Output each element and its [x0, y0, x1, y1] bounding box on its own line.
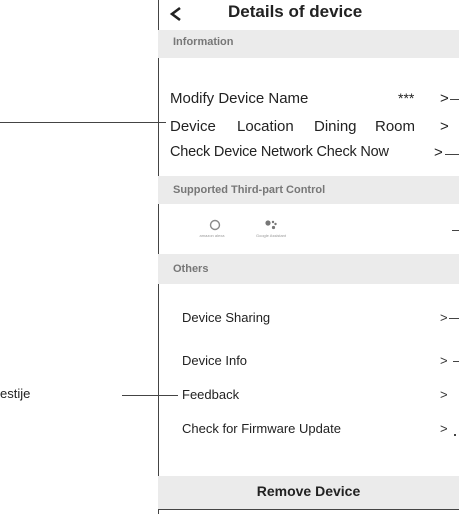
section-header-others: Others [158, 254, 459, 284]
feedback-label[interactable]: Feedback [182, 387, 239, 402]
callout-network [445, 154, 459, 155]
network-check-chevron[interactable]: > [434, 144, 443, 161]
callout-sharing [449, 318, 459, 319]
location-word-room: Room [375, 118, 416, 135]
firmware-update-chevron[interactable]: > [440, 421, 448, 436]
section-header-information: Information [158, 30, 459, 58]
feedback-chevron[interactable]: > [440, 387, 448, 402]
device-info-label[interactable]: Device Info [182, 353, 247, 368]
callout-firmware [454, 434, 456, 436]
device-sharing-label[interactable]: Device Sharing [182, 310, 270, 325]
modify-name-value: *** [398, 90, 415, 106]
alexa-label: amazon alexa [199, 233, 225, 238]
annotation-line-location [0, 122, 166, 123]
section-label: Information [173, 36, 234, 48]
section-label: Supported Third-part Control [173, 184, 326, 196]
amazon-alexa-icon[interactable]: amazon alexa [200, 219, 230, 245]
modify-name-label[interactable]: Modify Device Name [170, 90, 308, 107]
firmware-update-label[interactable]: Check for Firmware Update [182, 421, 341, 436]
device-details-screen: Details of device Information Modify Dev… [158, 0, 459, 514]
device-sharing-chevron[interactable]: > [440, 310, 448, 325]
google-assistant-icon[interactable]: Google Assistant [251, 219, 291, 245]
location-word-location: Location [237, 118, 294, 135]
location-chevron: > [440, 118, 449, 135]
page-title: Details of device [228, 2, 363, 21]
callout-third-party [452, 230, 459, 231]
annotation-feedback-label: estije [0, 386, 31, 401]
section-label: Others [173, 263, 209, 275]
section-header-third-party: Supported Third-part Control [158, 176, 459, 204]
device-info-chevron[interactable]: > [440, 353, 448, 368]
callout-info [453, 361, 459, 362]
location-row[interactable]: Device Location Dining Room > [170, 118, 453, 138]
location-label: Device [170, 118, 216, 135]
back-chevron-icon[interactable] [168, 4, 184, 24]
remove-device-label: Remove Device [256, 483, 361, 499]
modify-name-chevron[interactable]: > [440, 90, 449, 107]
remove-device-button[interactable]: Remove Device [158, 476, 459, 509]
callout-modify-name [450, 99, 459, 100]
network-check-label[interactable]: Check Device Network Check Now [170, 144, 389, 160]
location-word-dining: Dining [314, 118, 357, 135]
google-label: Google Assistant [255, 233, 287, 238]
